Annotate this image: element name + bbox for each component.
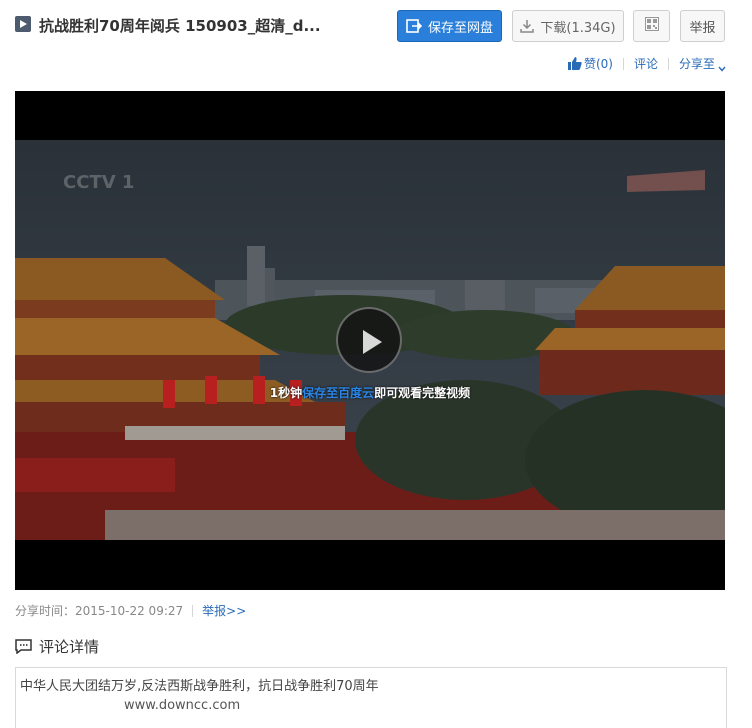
divider xyxy=(622,57,624,70)
video-player[interactable]: CCTV 1 1秒钟保存至百度云即可观看完整视频 xyxy=(15,91,725,590)
like-label: 赞(0) xyxy=(583,57,613,71)
comment-line: www.downcc.com xyxy=(124,698,241,713)
action-bar: 赞(0) 评论 分享至 xyxy=(567,55,726,72)
promo-save-link[interactable]: 保存至百度云 xyxy=(302,386,374,400)
play-icon xyxy=(363,330,382,354)
comments-title: 评论详情 xyxy=(39,638,100,656)
comment-line: 中华人民大团结万岁,反法西斯战争胜利，抗日战争胜利70周年 xyxy=(20,679,379,694)
svg-text:CCTV 1: CCTV 1 xyxy=(63,172,134,193)
download-button[interactable]: 下载(1.34G) xyxy=(512,10,624,42)
share-dropdown[interactable]: 分享至 xyxy=(679,55,726,72)
comment-icon xyxy=(15,639,32,655)
report-link[interactable]: 举报>> xyxy=(202,602,246,619)
download-icon xyxy=(520,19,535,33)
chevron-down-icon xyxy=(718,61,726,72)
divider xyxy=(667,57,669,70)
save-to-cloud-button[interactable]: 保存至网盘 xyxy=(397,10,502,42)
promo-suffix: 即可观看完整视频 xyxy=(374,386,471,400)
share-meta: 分享时间：2015-10-22 09:27 举报>> xyxy=(15,602,246,619)
save-promo-text: 1秒钟保存至百度云即可观看完整视频 xyxy=(15,384,725,401)
share-label: 分享至 xyxy=(678,57,715,71)
save-to-cloud-icon xyxy=(406,19,423,33)
comments-heading: 评论详情 xyxy=(15,636,99,657)
video-file-icon xyxy=(15,16,31,32)
report-button[interactable]: 举报 xyxy=(680,10,725,42)
play-button[interactable] xyxy=(336,307,402,373)
divider xyxy=(192,604,194,617)
like-button[interactable]: 赞(0) xyxy=(567,55,613,72)
share-time: 分享时间：2015-10-22 09:27 xyxy=(15,604,184,618)
promo-prefix: 1秒钟 xyxy=(269,386,303,400)
qr-code-icon xyxy=(644,17,659,35)
save-to-cloud-label: 保存至网盘 xyxy=(427,20,493,36)
comment-content: 中华人民大团结万岁,反法西斯战争胜利，抗日战争胜利70周年 www.downcc… xyxy=(15,667,727,728)
download-label: 下载(1.34G) xyxy=(540,20,616,36)
thumbs-up-icon xyxy=(567,57,582,70)
comment-link[interactable]: 评论 xyxy=(634,55,658,72)
page-title: 抗战胜利70周年阅兵 150903_超清_d... xyxy=(39,17,321,35)
qr-code-button[interactable] xyxy=(633,10,670,42)
